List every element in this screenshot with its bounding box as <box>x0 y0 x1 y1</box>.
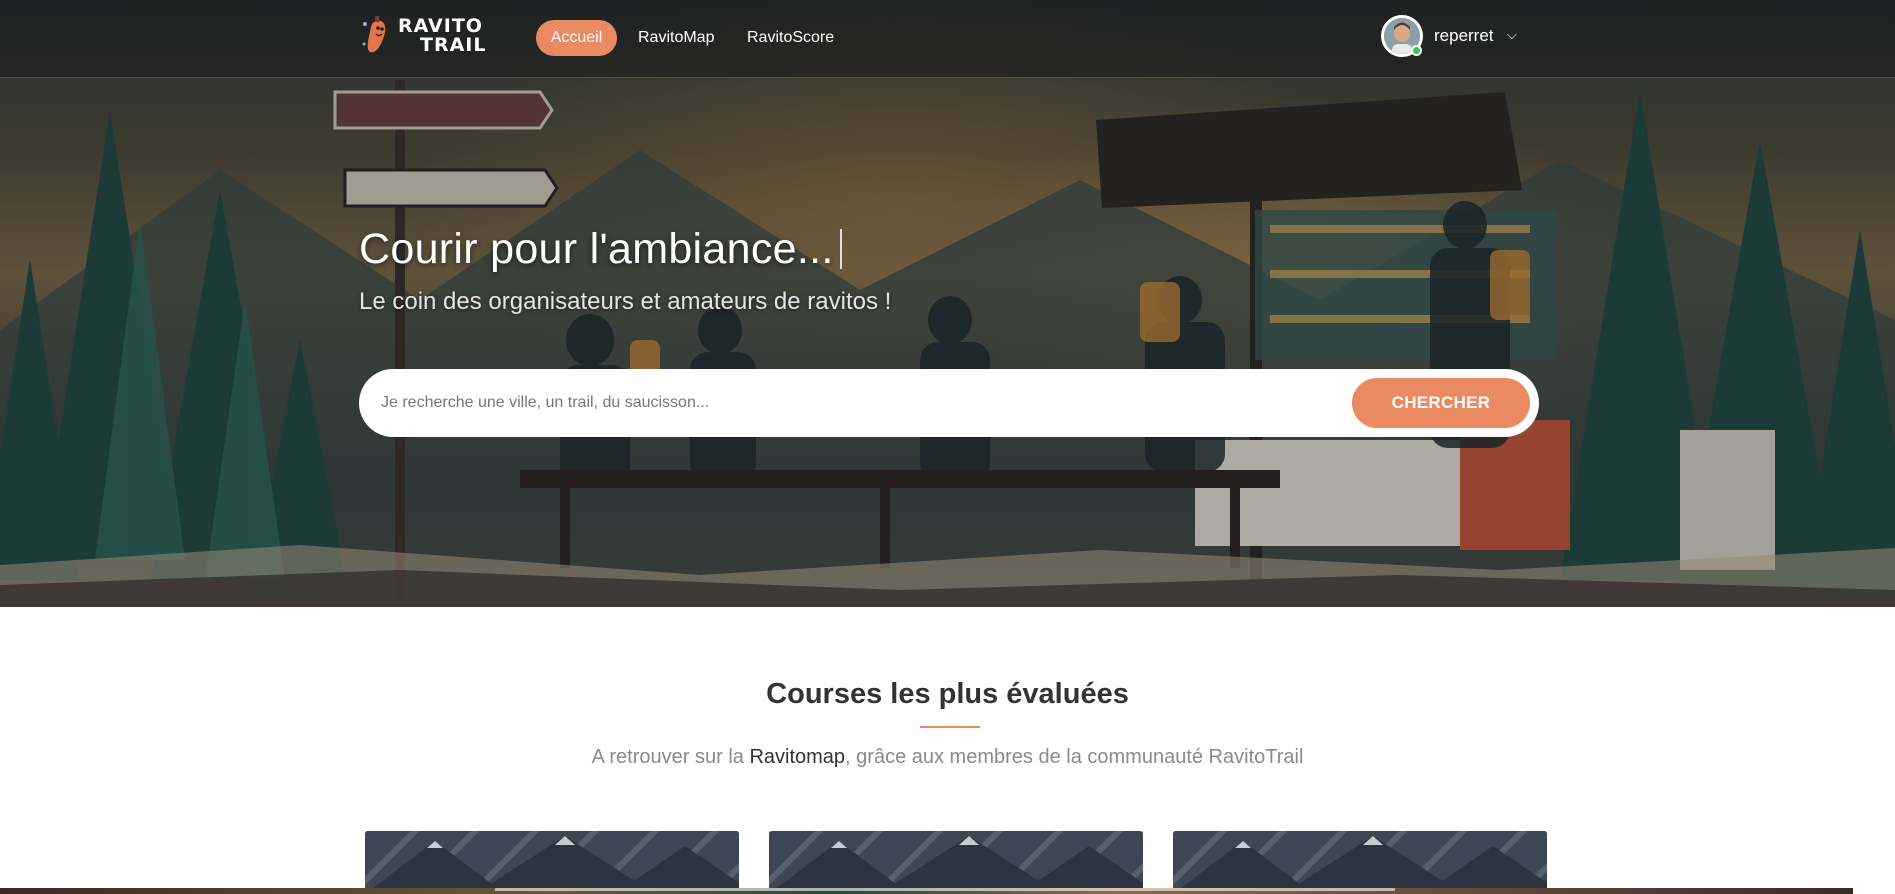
typing-cursor <box>839 229 842 269</box>
race-card[interactable] <box>769 831 1143 894</box>
section-subtitle: A retrouver sur la Ravitomap, grâce aux … <box>0 746 1895 769</box>
hero-headline: Courir pour l'ambiance... <box>359 225 842 274</box>
ravitotrail-logo[interactable]: RAVITO TRAIL <box>360 14 485 60</box>
chevron-down-icon[interactable]: ⌵ <box>1507 27 1517 43</box>
mountain-placeholder-icon <box>365 831 739 894</box>
mountain-placeholder-icon <box>1173 831 1547 894</box>
search-bar: CHERCHER <box>359 369 1539 437</box>
sausage-mascot-icon <box>362 16 386 53</box>
logo-line-2: TRAIL <box>420 34 487 56</box>
bottom-image-strip <box>0 888 1853 894</box>
search-input[interactable] <box>381 383 1181 423</box>
race-card[interactable] <box>1173 831 1547 894</box>
logo-wordmark: RAVITO TRAIL <box>398 17 486 55</box>
mountain-placeholder-icon <box>769 831 1143 894</box>
user-menu[interactable]: reperret ⌵ <box>1381 15 1521 57</box>
top-navbar: RAVITO TRAIL Accueil RavitoMap RavitoSco… <box>0 0 1895 78</box>
race-card[interactable] <box>365 831 739 894</box>
strip-highlight <box>495 888 1395 891</box>
hero-overlay <box>0 0 1895 607</box>
ravitomap-link[interactable]: Ravitomap <box>749 746 845 768</box>
hero-banner <box>0 0 1895 607</box>
section-title: Courses les plus évaluées <box>766 678 1129 710</box>
search-button[interactable]: CHERCHER <box>1352 378 1530 428</box>
title-underline-divider <box>920 726 980 728</box>
nav-item-accueil[interactable]: Accueil <box>536 20 617 56</box>
subtitle-prefix: A retrouver sur la <box>591 746 750 768</box>
nav-item-ravitomap[interactable]: RavitoMap <box>638 20 714 56</box>
username[interactable]: reperret <box>1434 15 1494 57</box>
hero-subline: Le coin des organisateurs et amateurs de… <box>359 288 892 315</box>
online-status-dot <box>1411 45 1422 56</box>
nav-item-ravitoscore[interactable]: RavitoScore <box>747 20 834 56</box>
hero-headline-text: Courir pour l'ambiance... <box>359 225 834 273</box>
subtitle-suffix: , grâce aux membres de la communauté Rav… <box>845 746 1304 768</box>
